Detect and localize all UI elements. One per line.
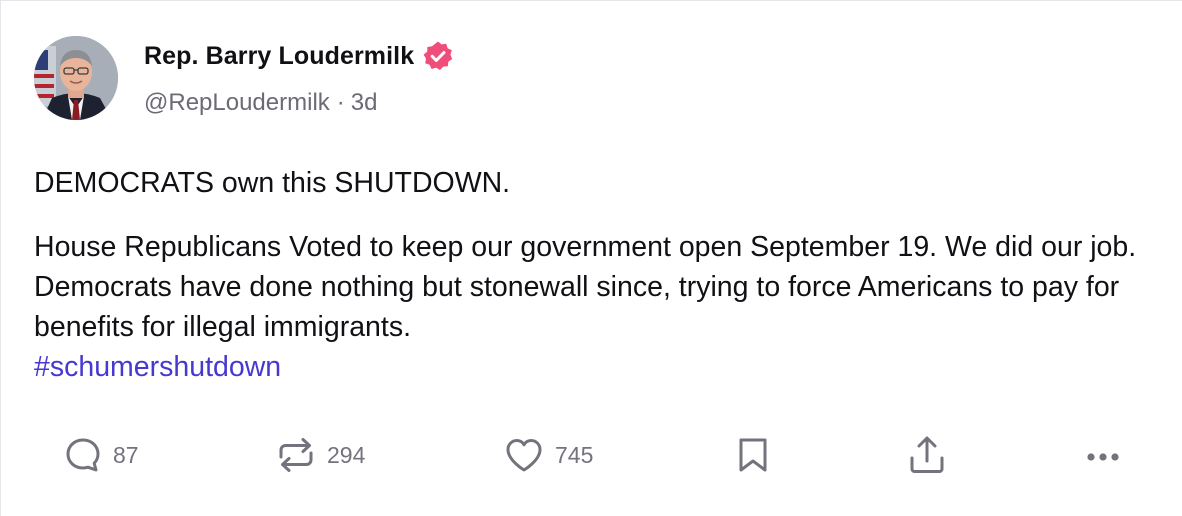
share-icon — [910, 436, 944, 473]
meta-separator: · — [336, 89, 345, 116]
repost-count: 294 — [327, 441, 366, 468]
author-display-name[interactable]: Rep. Barry Loudermilk — [144, 42, 414, 71]
post-body: DEMOCRATS own this SHUTDOWN. House Repub… — [34, 163, 1154, 387]
repost-button[interactable]: 294 — [275, 433, 365, 477]
author-meta-row: @RepLoudermilk · 3d — [144, 89, 377, 119]
reply-icon — [66, 438, 100, 472]
hashtag-link[interactable]: #schumershutdown — [34, 351, 281, 383]
post-card: Rep. Barry Loudermilk @RepLoudermilk · 3… — [0, 0, 1182, 516]
like-button[interactable]: 745 — [503, 433, 593, 477]
bookmark-icon — [739, 438, 767, 472]
author-handle[interactable]: @RepLoudermilk — [144, 89, 330, 117]
heart-icon — [506, 439, 542, 472]
reply-button[interactable]: 87 — [63, 433, 139, 477]
post-paragraph-2: House Republicans Voted to keep our gove… — [34, 231, 1137, 343]
reply-count: 87 — [113, 441, 139, 468]
like-count: 745 — [555, 441, 594, 468]
bookmark-button[interactable] — [735, 433, 771, 477]
avatar-image — [34, 36, 118, 120]
verified-badge-icon — [422, 40, 454, 72]
post-timestamp[interactable]: 3d — [351, 89, 378, 117]
post-paragraph-1: DEMOCRATS own this SHUTDOWN. — [34, 167, 511, 199]
avatar[interactable] — [34, 36, 118, 120]
author-name-row: Rep. Barry Loudermilk — [144, 39, 454, 73]
repost-icon — [279, 438, 313, 472]
post-action-bar: 87 294 745 — [1, 433, 1182, 477]
more-options-button[interactable] — [1083, 433, 1125, 477]
more-icon — [1087, 453, 1119, 461]
share-button[interactable] — [907, 433, 947, 477]
